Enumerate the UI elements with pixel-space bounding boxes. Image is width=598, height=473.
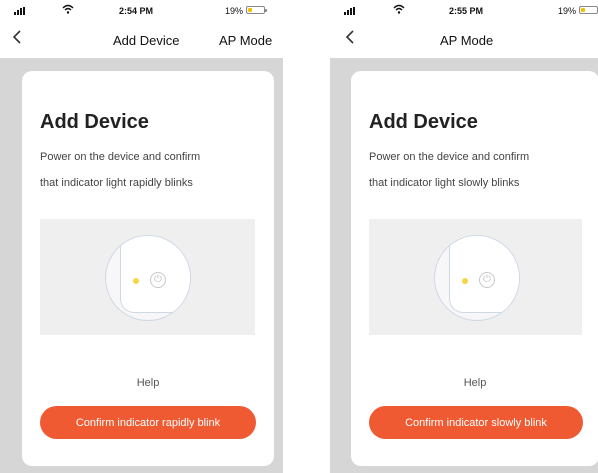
instruction-line-1: Power on the device and confirm xyxy=(369,151,530,163)
page-title: Add Device xyxy=(113,33,180,48)
back-chevron-icon[interactable] xyxy=(12,28,22,50)
wifi-icon xyxy=(393,4,405,17)
device-illustration: ⏻ xyxy=(40,219,255,335)
device-zoom-circle: ⏻ xyxy=(434,235,520,321)
battery-percent: 19% xyxy=(225,6,244,16)
help-link[interactable]: Help xyxy=(22,377,274,389)
device-illustration: ⏻ xyxy=(369,219,582,335)
status-time: 2:55 PM xyxy=(449,6,484,16)
status-bar: 2:54 PM 19% xyxy=(0,0,283,22)
help-link[interactable]: Help xyxy=(351,377,598,389)
instruction-card: Add Device Power on the device and confi… xyxy=(22,71,274,466)
wifi-icon xyxy=(62,4,74,17)
device-zoom-circle: ⏻ xyxy=(105,235,191,321)
screen-add-device: 2:54 PM 19% Add Device AP Mode Add Devic… xyxy=(0,0,283,473)
page-title: AP Mode xyxy=(440,33,494,48)
navigation-bar: Add Device AP Mode xyxy=(0,24,283,58)
instruction-line-2: that indicator light slowly blinks xyxy=(369,177,520,189)
confirm-indicator-button[interactable]: Confirm indicator slowly blink xyxy=(369,406,583,439)
instruction-line-1: Power on the device and confirm xyxy=(40,151,201,163)
instruction-card: Add Device Power on the device and confi… xyxy=(351,71,598,466)
power-icon: ⏻ xyxy=(150,272,166,288)
card-title: Add Device xyxy=(40,111,149,133)
status-time: 2:54 PM xyxy=(119,6,154,16)
indicator-light-icon xyxy=(462,278,468,284)
ap-mode-button[interactable]: AP Mode xyxy=(219,33,272,48)
battery-icon xyxy=(579,6,598,14)
power-icon: ⏻ xyxy=(479,272,495,288)
indicator-light-icon xyxy=(133,278,139,284)
back-chevron-icon[interactable] xyxy=(345,28,355,50)
battery-percent: 19% xyxy=(558,6,577,16)
navigation-bar: AP Mode xyxy=(330,24,598,58)
battery-icon xyxy=(246,6,267,14)
signal-icon xyxy=(14,7,26,17)
card-title: Add Device xyxy=(369,111,478,133)
status-bar: 2:55 PM 19% xyxy=(330,0,598,22)
signal-icon xyxy=(344,7,356,17)
instruction-line-2: that indicator light rapidly blinks xyxy=(40,177,193,189)
confirm-indicator-button[interactable]: Confirm indicator rapidly blink xyxy=(40,406,256,439)
screen-ap-mode: 2:55 PM 19% AP Mode Add Device Power on … xyxy=(330,0,598,473)
